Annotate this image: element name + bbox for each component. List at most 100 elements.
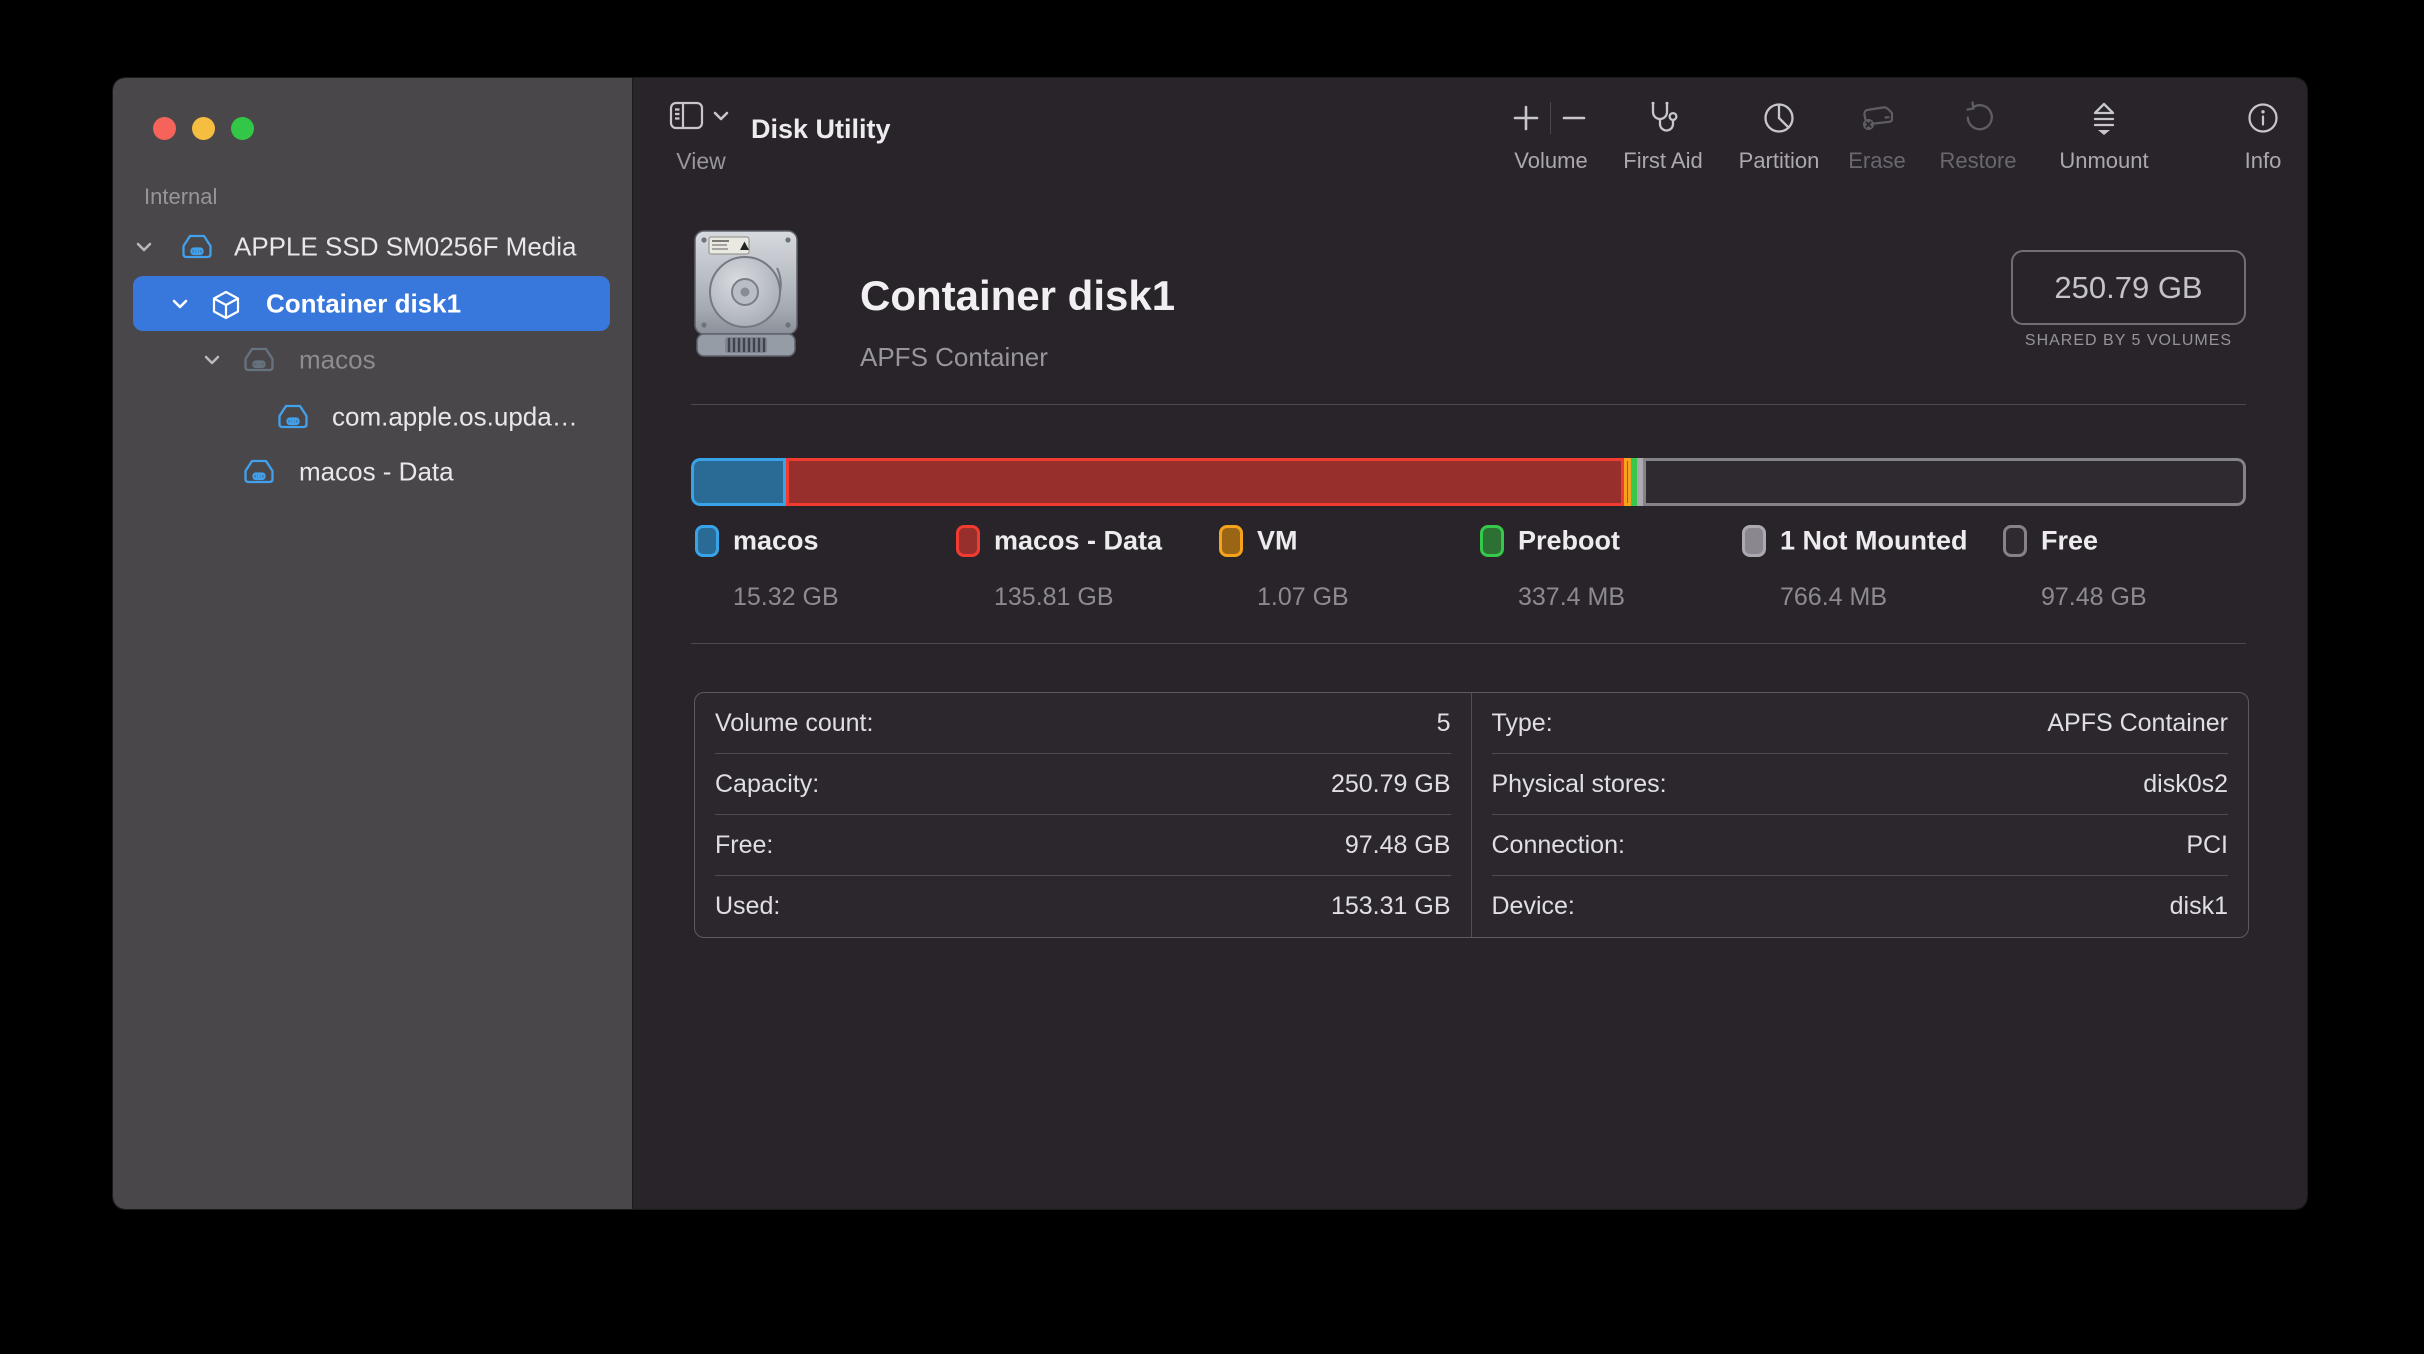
chevron-down-icon[interactable] bbox=[133, 236, 155, 258]
table-row: Used: 153.31 GB bbox=[715, 876, 1451, 937]
header-divider bbox=[691, 404, 2246, 405]
legend-swatch-preboot bbox=[1480, 525, 1504, 557]
row-label: Connection: bbox=[1492, 831, 1625, 860]
chevron-down-icon[interactable] bbox=[201, 349, 223, 371]
sidebar-item-label: APPLE SSD SM0256F Media bbox=[234, 232, 577, 263]
disk-icon bbox=[242, 457, 276, 487]
row-label: Used: bbox=[715, 892, 780, 921]
hard-drive-image bbox=[693, 228, 799, 360]
disk-utility-window: Internal APPLE SSD SM0256F Media bbox=[113, 78, 2307, 1209]
sidebar-item-label: com.apple.os.upda… bbox=[332, 402, 578, 433]
row-value: disk1 bbox=[2170, 892, 2228, 921]
usage-bar bbox=[691, 458, 2246, 506]
legend-size: 1.07 GB bbox=[1257, 583, 1349, 612]
toolbar-label: Volume bbox=[1514, 148, 1587, 174]
legend-label: Free bbox=[2041, 526, 2098, 557]
sidebar-item-apple-ssd[interactable]: APPLE SSD SM0256F Media bbox=[113, 220, 632, 274]
legend-divider bbox=[691, 643, 2246, 644]
sidebar-item-com-apple-os-update[interactable]: com.apple.os.upda… bbox=[113, 390, 632, 444]
sidebar-item-macos[interactable]: macos bbox=[113, 333, 632, 387]
legend-size: 766.4 MB bbox=[1780, 583, 1887, 612]
row-label: Capacity: bbox=[715, 770, 819, 799]
table-row: Device: disk1 bbox=[1492, 876, 2229, 937]
usage-segment-macos-data bbox=[786, 458, 1624, 506]
erase-icon bbox=[1857, 101, 1897, 135]
partition-icon bbox=[1761, 100, 1797, 136]
legend-swatch-macos-data bbox=[956, 525, 980, 557]
main-panel: View Disk Utility Volume bbox=[632, 78, 2307, 1209]
legend-size: 135.81 GB bbox=[994, 583, 1114, 612]
close-button[interactable] bbox=[153, 117, 176, 140]
details-column-left: Volume count: 5 Capacity: 250.79 GB Free… bbox=[695, 693, 1472, 937]
row-label: Volume count: bbox=[715, 709, 873, 738]
table-row: Capacity: 250.79 GB bbox=[715, 754, 1451, 815]
table-row: Free: 97.48 GB bbox=[715, 815, 1451, 876]
toolbar: View Disk Utility Volume bbox=[633, 78, 2307, 190]
row-value: PCI bbox=[2186, 831, 2228, 860]
capacity-badge: 250.79 GB bbox=[2011, 250, 2246, 325]
disk-icon bbox=[242, 345, 276, 375]
container-icon bbox=[210, 289, 244, 319]
row-value: APFS Container bbox=[2047, 709, 2228, 738]
row-label: Type: bbox=[1492, 709, 1553, 738]
page-title: Container disk1 bbox=[860, 272, 1175, 320]
info-icon bbox=[2246, 101, 2280, 135]
toolbar-label: Erase bbox=[1848, 148, 1905, 174]
unmount-icon bbox=[2087, 100, 2121, 136]
row-label: Free: bbox=[715, 831, 773, 860]
table-row: Type: APFS Container bbox=[1492, 693, 2229, 754]
disk-icon bbox=[276, 402, 310, 432]
toolbar-label: Info bbox=[2245, 148, 2282, 174]
legend-label: macos - Data bbox=[994, 526, 1162, 557]
disk-icon bbox=[180, 232, 214, 262]
details-table: Volume count: 5 Capacity: 250.79 GB Free… bbox=[694, 692, 2249, 938]
details-column-right: Type: APFS Container Physical stores: di… bbox=[1472, 693, 2249, 937]
legend-size: 15.32 GB bbox=[733, 583, 839, 612]
sidebar-item-label: macos - Data bbox=[299, 457, 454, 488]
legend-swatch-free bbox=[2003, 525, 2027, 557]
view-button-label: View bbox=[676, 148, 725, 175]
restore-icon bbox=[1960, 100, 1996, 136]
legend-label: 1 Not Mounted bbox=[1780, 526, 1967, 557]
sidebar-section-internal: Internal bbox=[144, 184, 217, 210]
legend-swatch-vm bbox=[1219, 525, 1243, 557]
table-row: Physical stores: disk0s2 bbox=[1492, 754, 2229, 815]
traffic-lights bbox=[153, 117, 254, 140]
row-value: 250.79 GB bbox=[1331, 770, 1451, 799]
sidebar-item-label: Container disk1 bbox=[266, 288, 461, 319]
toolbar-unmount-button[interactable]: Unmount bbox=[2029, 78, 2179, 190]
usage-segment-macos bbox=[691, 458, 786, 506]
usage-segment-free bbox=[1643, 458, 2246, 506]
minimize-button[interactable] bbox=[192, 117, 215, 140]
chevron-down-icon[interactable] bbox=[169, 293, 191, 315]
shared-volumes-note: SHARED BY 5 VOLUMES bbox=[2011, 332, 2246, 350]
legend-swatch-macos bbox=[695, 525, 719, 557]
row-label: Physical stores: bbox=[1492, 770, 1667, 799]
row-value: 153.31 GB bbox=[1331, 892, 1451, 921]
row-label: Device: bbox=[1492, 892, 1575, 921]
toolbar-info-button[interactable]: Info bbox=[2188, 78, 2307, 190]
toolbar-label: First Aid bbox=[1623, 148, 1702, 174]
legend-size: 97.48 GB bbox=[2041, 583, 2147, 612]
window-title: Disk Utility bbox=[751, 114, 891, 145]
sidebar-item-macos-data[interactable]: macos - Data bbox=[113, 445, 632, 499]
view-button[interactable] bbox=[669, 96, 749, 144]
volume-button-divider bbox=[1550, 102, 1551, 134]
usage-segment-vm bbox=[1624, 458, 1631, 506]
content-area: Container disk1 APFS Container 250.79 GB… bbox=[633, 190, 2307, 1209]
table-row: Volume count: 5 bbox=[715, 693, 1451, 754]
sidebar-item-label: macos bbox=[299, 345, 376, 376]
legend-size: 337.4 MB bbox=[1518, 583, 1625, 612]
sidebar: Internal APPLE SSD SM0256F Media bbox=[113, 78, 632, 1209]
plus-icon[interactable] bbox=[1511, 103, 1541, 133]
row-value: 5 bbox=[1437, 709, 1451, 738]
first-aid-icon bbox=[1644, 99, 1682, 137]
toolbar-label: Restore bbox=[1939, 148, 2016, 174]
toolbar-label: Unmount bbox=[2059, 148, 2148, 174]
page-subtitle: APFS Container bbox=[860, 342, 1048, 373]
zoom-button[interactable] bbox=[231, 117, 254, 140]
legend-label: VM bbox=[1257, 526, 1298, 557]
sidebar-item-container-disk1[interactable]: Container disk1 bbox=[113, 276, 632, 331]
legend-label: Preboot bbox=[1518, 526, 1620, 557]
row-value: 97.48 GB bbox=[1345, 831, 1451, 860]
